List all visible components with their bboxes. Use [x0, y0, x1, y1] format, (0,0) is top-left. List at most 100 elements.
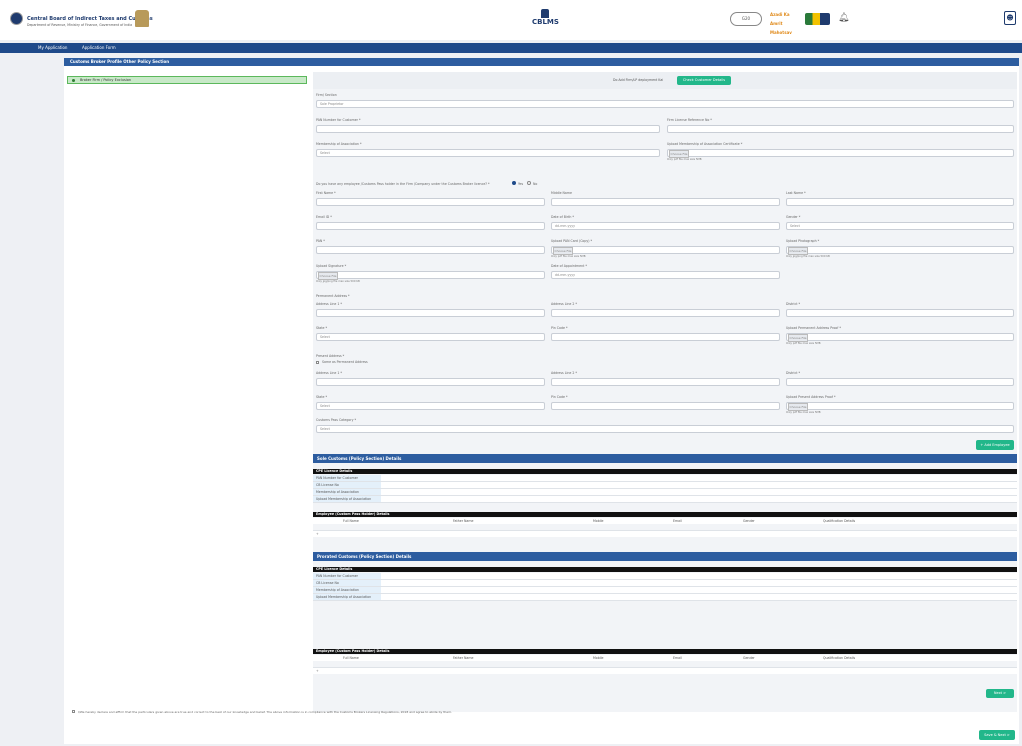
choose-file-button[interactable]: Choose File: [669, 150, 689, 158]
declaration-checkbox[interactable]: [72, 710, 75, 713]
upload-pan-field: Choose File: [551, 246, 780, 255]
user-avatar-icon[interactable]: ☻: [1004, 11, 1016, 25]
col-email: Email: [673, 656, 682, 660]
choose-file-button[interactable]: Choose File: [788, 334, 808, 342]
first-name-input[interactable]: [316, 198, 545, 206]
permanent-address-heading: Permanent Address *: [316, 294, 350, 298]
col-gender: Gender: [743, 519, 755, 523]
file-hint: Only pdf file max size 5MB: [551, 255, 586, 258]
firm-section-select[interactable]: Sole Proprietor: [316, 100, 1014, 108]
choose-file-button[interactable]: Choose File: [788, 403, 808, 411]
last-name-input[interactable]: [786, 198, 1014, 206]
license-ref-label: Firm License Reference No *: [667, 118, 712, 122]
pan-customer-label: PAN Number for Customer *: [316, 118, 361, 122]
row-key: Membership of Association: [313, 489, 381, 495]
pres-address1-input[interactable]: [316, 378, 545, 386]
pres-address1-label: Address Line 1 *: [316, 371, 342, 375]
next-button[interactable]: Next >: [986, 689, 1014, 698]
photo-hint: Only jpg/png file max size 500 KB: [786, 255, 830, 258]
pan-customer-input[interactable]: [316, 125, 660, 133]
expand-row-button[interactable]: +: [313, 530, 1017, 537]
middle-name-label: Middle Name: [551, 191, 572, 195]
col-mobile: Mobile: [593, 656, 604, 660]
col-mobile: Mobile: [593, 519, 604, 523]
row-key: CB License No: [313, 482, 381, 488]
choose-file-button[interactable]: Choose File: [788, 247, 808, 255]
choose-file-button[interactable]: Choose File: [318, 272, 338, 280]
appointment-input[interactable]: dd-mm-yyyy: [551, 271, 780, 279]
section-title: Customs Broker Profile Other Policy Sect…: [64, 58, 1019, 66]
pres-address2-input[interactable]: [551, 378, 780, 386]
g20-logo: G20: [730, 12, 762, 26]
pres-address2-label: Address Line 2 *: [551, 371, 577, 375]
perm-address1-input[interactable]: [316, 309, 545, 317]
declaration-text: I/We hereby declare and affirm that the …: [78, 710, 453, 714]
pan-input[interactable]: [316, 246, 545, 254]
first-name-label: First Name *: [316, 191, 336, 195]
col-father-name: Father Name: [453, 656, 474, 660]
table-row: Membership of Association: [313, 587, 1017, 594]
perm-proof-field: Choose File: [786, 333, 1014, 342]
upload-membership-label: Upload Membership of Association Certifi…: [667, 142, 743, 146]
email-label: Email ID *: [316, 215, 332, 219]
middle-name-input[interactable]: [551, 198, 780, 206]
pres-district-input[interactable]: [786, 378, 1014, 386]
nav-my-application[interactable]: My Application: [38, 45, 67, 50]
gender-select[interactable]: Select: [786, 222, 1014, 230]
expand-row-button[interactable]: +: [313, 667, 1017, 674]
perm-address2-input[interactable]: [551, 309, 780, 317]
membership-select[interactable]: Select: [316, 149, 660, 157]
employee-table-header: Full Name Father Name Mobile Email Gende…: [313, 655, 1017, 661]
appointment-label: Date of Appointment *: [551, 264, 587, 268]
pres-proof-label: Upload Present Address Proof *: [786, 395, 836, 399]
col-full-name: Full Name: [343, 519, 359, 523]
perm-district-label: District *: [786, 302, 801, 306]
cbic-emblem-icon: [10, 12, 23, 25]
col-email: Email: [673, 519, 682, 523]
top-strip-text: Do Add Firm/LP deployment Kai: [613, 78, 664, 82]
bell-icon[interactable]: 🔔︎: [838, 13, 849, 23]
same-as-perm-label: Same as Permanent Address: [322, 360, 368, 364]
main-navbar: My Application Application Form: [0, 43, 1022, 53]
perm-address1-label: Address Line 1 *: [316, 302, 342, 306]
email-input[interactable]: [316, 222, 545, 230]
upload-sign-label: Upload Signature *: [316, 264, 347, 268]
left-menu-label: Broker Firm / Policy Exclusion: [80, 78, 132, 82]
nav-application-form[interactable]: Application Form: [82, 45, 116, 50]
row-key: Upload Membership of Association: [313, 594, 381, 600]
last-name-label: Last Name *: [786, 191, 806, 195]
cblms-logo: CBLMS: [532, 9, 559, 34]
save-next-button[interactable]: Save & Next >: [979, 730, 1015, 740]
pres-district-label: District *: [786, 371, 801, 375]
table-row: Upload Membership of Association: [313, 594, 1017, 601]
radio-no[interactable]: [527, 181, 531, 185]
left-menu-item[interactable]: Broker Firm / Policy Exclusion: [67, 76, 307, 84]
upload-pan-label: Upload PAN Card (Copy) *: [551, 239, 593, 243]
partner-logo: [805, 13, 830, 25]
table-row: CB License No: [313, 482, 1017, 489]
check-details-button[interactable]: Check Customer Details: [677, 76, 731, 85]
perm-district-input[interactable]: [786, 309, 1014, 317]
table-row: Membership of Association: [313, 489, 1017, 496]
radio-yes[interactable]: [512, 181, 516, 185]
perm-proof-label: Upload Permanent Address Proof *: [786, 326, 841, 330]
perm-state-select[interactable]: Select: [316, 333, 545, 341]
perm-pincode-input[interactable]: [551, 333, 780, 341]
pres-proof-field: Choose File: [786, 402, 1014, 411]
add-employee-button[interactable]: + Add Employee: [976, 440, 1014, 450]
employee-details-head: Employee (Custom Pass Holder) Details: [313, 649, 1017, 654]
dob-input[interactable]: dd-mm-yyyy: [551, 222, 780, 230]
license-details-head: CPE Licence Details: [313, 567, 1017, 572]
logo-text: CBLMS: [532, 18, 559, 26]
org-title: Central Board of Indirect Taxes and Cust…: [27, 16, 153, 22]
table-row: PAN Number for Customer: [313, 573, 1017, 580]
choose-file-button[interactable]: Choose File: [553, 247, 573, 255]
pres-state-select[interactable]: Select: [316, 402, 545, 410]
file-hint: Only pdf file max size 5MB: [667, 158, 702, 161]
license-ref-input[interactable]: [667, 125, 1014, 133]
col-qualification: Qualification Details: [823, 656, 856, 660]
pass-category-select[interactable]: Select: [316, 425, 1014, 433]
same-as-perm-checkbox[interactable]: [316, 361, 319, 364]
pres-pincode-input[interactable]: [551, 402, 780, 410]
pres-state-label: State *: [316, 395, 328, 399]
